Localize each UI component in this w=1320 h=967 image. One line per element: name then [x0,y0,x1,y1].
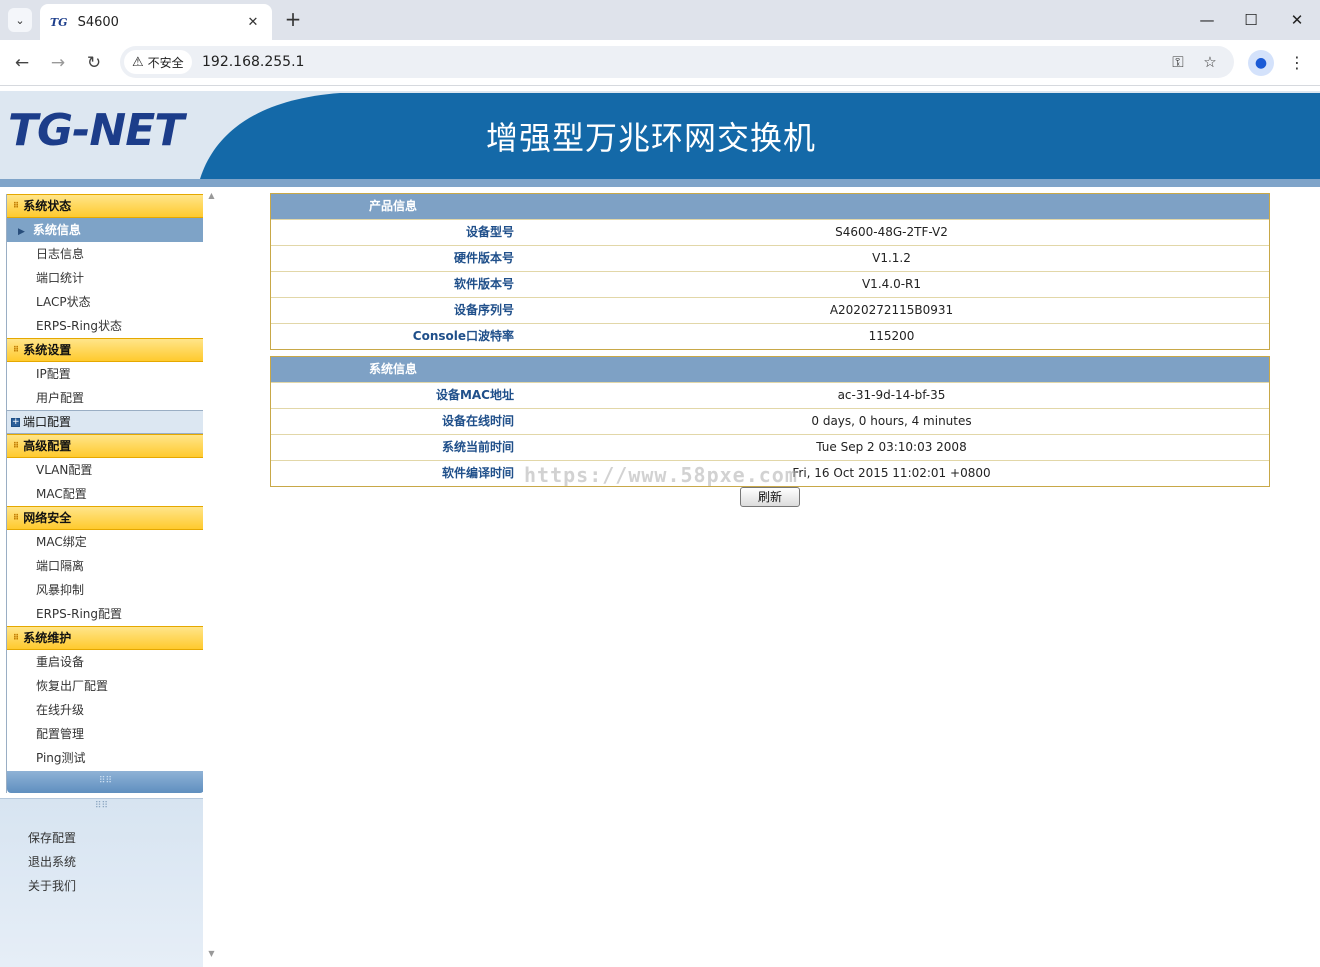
profile-icon[interactable]: ● [1248,50,1274,76]
security-chip[interactable]: ⚠ 不安全 [124,50,192,74]
table-row: 系统当前时间 Tue Sep 2 03:10:03 2008 [271,434,1269,460]
menu-item-port-isolation[interactable]: 端口隔离 [7,554,203,578]
favicon: TG [50,15,68,29]
scroll-down-icon[interactable]: ▼ [203,949,220,958]
table-row: 硬件版本号 V1.1.2 [271,245,1269,271]
menu-item-mac-config[interactable]: MAC配置 [7,482,203,506]
security-label: 不安全 [147,55,184,70]
panel-title: 产品信息 [271,194,1269,219]
maximize-icon[interactable]: ☐ [1236,8,1266,32]
star-icon[interactable]: ☆ [1198,50,1222,74]
minimize-icon[interactable]: — [1192,8,1222,32]
browser-tab-bar: ⌄ TG S4600 ✕ + — ☐ ✕ [0,0,1320,40]
sidebar-menu: ⠿ 系统状态 ▶ 系统信息 日志信息 端口统计 LACP状态 ERPS-Ring状态… [6,194,204,793]
warning-icon: ⚠ [132,54,144,70]
sidebar-bottom-panel: ⠿⠿ 保存配置 退出系统 关于我们 [0,798,203,967]
expand-plus-icon: + [11,416,20,427]
browser-tab[interactable]: TG S4600 ✕ [40,4,272,40]
save-config-link[interactable]: 保存配置 [28,829,76,846]
plus-icon[interactable]: + [282,8,304,32]
menu-item-ip-config[interactable]: IP配置 [7,362,203,386]
tg-net-logo: TG-NET [8,105,184,156]
menu-item-mac-binding[interactable]: MAC绑定 [7,530,203,554]
about-link[interactable]: 关于我们 [28,877,76,894]
watermark: https://www.58pxe.com [524,463,798,487]
menu-group-maintenance[interactable]: ⠿ 系统维护 [7,626,203,650]
arrow-right-icon: ▶ [18,227,25,237]
product-info-panel: 产品信息 设备型号 S4600-48G-2TF-V2 硬件版本号 V1.1.2 软件… [270,193,1270,350]
forward-icon[interactable]: → [45,50,71,76]
menu-group-port-config[interactable]: + 端口配置 [7,410,203,434]
menu-group-status[interactable]: ⠿ 系统状态 [7,194,203,218]
table-row: 设备MAC地址 ac-31-9d-14-bf-35 [271,382,1269,408]
sidebar-scrollbar[interactable]: ▲ ▼ [203,187,220,967]
menu-item-system-info[interactable]: ▶ 系统信息 [7,218,203,242]
table-row: 设备在线时间 0 days, 0 hours, 4 minutes [271,408,1269,434]
tab-list-icon[interactable]: ⌄ [8,8,32,32]
menu-group-advanced[interactable]: ⠿ 高级配置 [7,434,203,458]
menu-footer-handle[interactable]: ⠿⠿ [7,771,204,793]
logout-link[interactable]: 退出系统 [28,853,76,870]
page-banner: TG-NET 增强型万兆环网交换机 [0,91,1320,179]
menu-item-port-stats[interactable]: 端口统计 [7,266,203,290]
table-row: Console口波特率 115200 [271,323,1269,349]
banner-title: 增强型万兆环网交换机 [486,119,817,157]
menu-group-security[interactable]: ⠿ 网络安全 [7,506,203,530]
menu-item-vlan-config[interactable]: VLAN配置 [7,458,203,482]
menu-item-log-info[interactable]: 日志信息 [7,242,203,266]
window-close-icon[interactable]: ✕ [1282,8,1312,32]
table-row: 软件版本号 V1.4.0-R1 [271,271,1269,297]
browser-toolbar: ← → ↻ ⚠ 不安全 192.168.255.1 ⚿ ☆ ● ⋮ [0,40,1320,86]
reload-icon[interactable]: ↻ [81,50,107,76]
address-bar[interactable]: ⚠ 不安全 192.168.255.1 ⚿ ☆ [120,46,1234,78]
banner-band [0,179,1320,187]
tab-title: S4600 [77,14,119,30]
key-icon[interactable]: ⚿ [1166,50,1190,74]
back-icon[interactable]: ← [9,50,35,76]
menu-item-config-manage[interactable]: 配置管理 [7,722,203,746]
sidebar: ⠿ 系统状态 ▶ 系统信息 日志信息 端口统计 LACP状态 ERPS-Ring状态… [0,187,220,967]
menu-item-user-config[interactable]: 用户配置 [7,386,203,410]
main-content: 产品信息 设备型号 S4600-48G-2TF-V2 硬件版本号 V1.1.2 软件… [220,187,1320,967]
menu-item-reboot[interactable]: 重启设备 [7,650,203,674]
table-row: 设备序列号 A2020272115B0931 [271,297,1269,323]
menu-item-factory-reset[interactable]: 恢复出厂配置 [7,674,203,698]
menu-item-storm-control[interactable]: 风暴抑制 [7,578,203,602]
scroll-up-icon[interactable]: ▲ [203,191,220,200]
more-icon[interactable]: ⋮ [1284,50,1310,76]
menu-group-settings[interactable]: ⠿ 系统设置 [7,338,203,362]
close-icon[interactable]: ✕ [244,15,262,30]
table-row: 设备型号 S4600-48G-2TF-V2 [271,219,1269,245]
menu-item-lacp-status[interactable]: LACP状态 [7,290,203,314]
panel-grip-icon: ⠿⠿ [94,801,109,811]
menu-item-online-upgrade[interactable]: 在线升级 [7,698,203,722]
url-text[interactable]: 192.168.255.1 [202,46,304,78]
menu-item-ping-test[interactable]: Ping测试 [7,746,203,770]
menu-item-erps-status[interactable]: ERPS-Ring状态 [7,314,203,338]
refresh-button[interactable]: 刷新 [740,487,800,507]
panel-title: 系统信息 [271,357,1269,382]
menu-item-erps-config[interactable]: ERPS-Ring配置 [7,602,203,626]
